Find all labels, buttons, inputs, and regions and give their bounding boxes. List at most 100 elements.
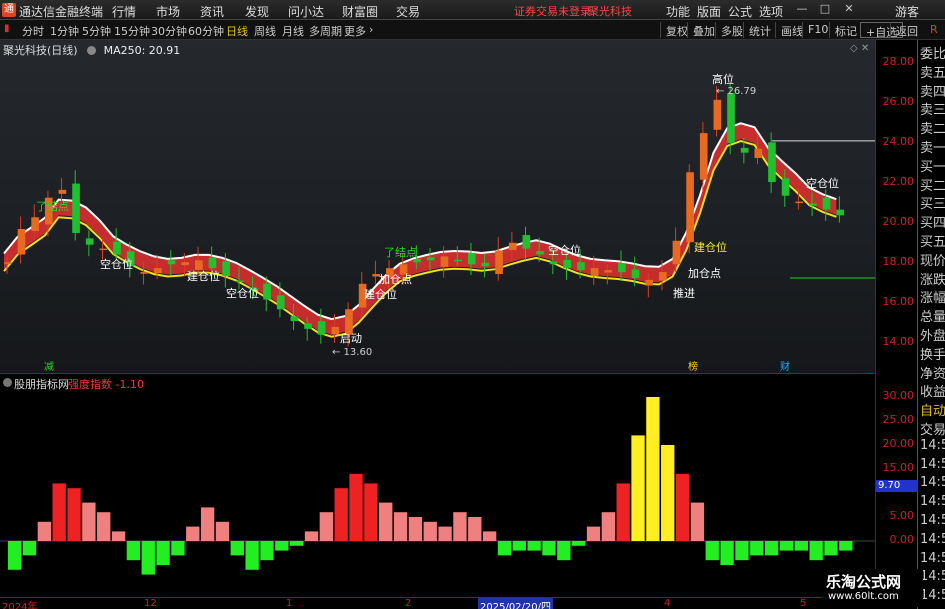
guest-label[interactable]: 游客 <box>895 3 919 20</box>
period-weekly[interactable]: 周线 <box>254 23 276 39</box>
candle-body <box>181 262 190 266</box>
panel-controls[interactable]: ◇ ✕ <box>850 43 869 54</box>
menu-zixun[interactable]: 资讯 <box>200 3 224 20</box>
indicator-panel[interactable] <box>0 390 875 597</box>
period-5min[interactable]: 5分钟 <box>82 23 111 39</box>
indicator-bar <box>720 541 734 565</box>
trend-ribbon <box>4 123 837 335</box>
indicator-bar <box>839 541 853 551</box>
candlestick-chart[interactable]: 了结点空仓位建仓位空仓位启动加仓点建仓位了结点 空仓位 建仓位加仓点推进空仓位高位←… <box>0 40 875 373</box>
candle-body <box>17 229 26 255</box>
menu-xuanxiang[interactable]: 选项 <box>759 3 783 20</box>
indicator-bar <box>661 445 675 541</box>
signal-annotation: 了结点 <box>36 200 69 213</box>
candle-body <box>809 203 817 206</box>
period-multi[interactable]: 多周期 <box>309 23 342 39</box>
back-button[interactable]: 返回 <box>890 22 923 38</box>
candle-body <box>85 238 94 245</box>
indicator-bar <box>705 541 719 561</box>
indicator-settings-icon[interactable] <box>3 378 12 387</box>
quote-label: 卖一 <box>920 141 945 156</box>
side-toggle-icon[interactable]: ▮ <box>4 23 14 36</box>
indicator-bar <box>542 541 556 556</box>
quote-label: 14:5 <box>920 588 945 604</box>
ind-tick: 30.00 <box>882 389 915 402</box>
ribbon-top-line <box>3 122 837 321</box>
menu-gongshi[interactable]: 公式 <box>728 3 752 20</box>
indicator-bar <box>646 397 660 541</box>
candle-body <box>563 259 572 269</box>
ind-tick: 20.00 <box>882 437 915 450</box>
tool-biaoji[interactable]: 标记 <box>829 22 862 38</box>
signal-annotation: 空仓位 <box>100 257 133 271</box>
candle-body <box>590 268 599 276</box>
indicator-bar <box>364 483 378 541</box>
close-icon[interactable]: ✕ <box>842 2 856 16</box>
date-label: 12 <box>144 598 157 609</box>
indicator-bar <box>764 541 779 556</box>
signal-annotation: 加仓点 <box>688 266 721 280</box>
menu-jiaoyi[interactable]: 交易 <box>396 3 420 20</box>
signal-annotation: 了结点 <box>384 246 417 259</box>
quote-label: 卖三 <box>920 103 945 119</box>
ind-tick: 25.00 <box>882 413 915 426</box>
side-tab-r[interactable]: R <box>930 23 938 36</box>
candle-body <box>235 280 244 283</box>
main-chart-panel[interactable]: 了结点 空仓位 建仓位 空仓位 启动 加仓点 建仓位 了结点 空仓位 建仓位 加仓点 推进 空仓位 高位 ←… <box>0 40 875 373</box>
price-tick: 14.00 <box>882 335 915 348</box>
indicator-bar <box>230 541 244 556</box>
candle-body <box>822 197 831 210</box>
chevron-right-icon[interactable]: › <box>369 23 373 36</box>
indicator-bar <box>245 541 259 570</box>
menu-caifuquan[interactable]: 财富圈 <box>342 3 378 20</box>
tool-tongji[interactable]: 统计 <box>743 22 776 38</box>
login-status[interactable]: 证券交易未登录 <box>514 3 591 19</box>
price-tick: 16.00 <box>882 295 915 308</box>
indicator-bar <box>675 473 690 541</box>
indicator-bar <box>824 541 838 556</box>
menu-wenxiaoda[interactable]: 问小达 <box>288 3 324 20</box>
candle-body <box>317 321 326 335</box>
menu-shichang[interactable]: 市场 <box>156 3 180 20</box>
indicator-bar <box>512 541 526 551</box>
indicator-bar <box>408 517 423 541</box>
stock-title: 聚光科技(日线) <box>3 44 78 57</box>
period-fenshi[interactable]: 分时 <box>22 23 44 39</box>
menu-hangqing[interactable]: 行情 <box>112 3 136 20</box>
indicator-bar <box>779 541 794 551</box>
indicator-bar <box>260 541 274 561</box>
candle-body <box>263 283 271 300</box>
menu-faxian[interactable]: 发现 <box>245 3 269 20</box>
candle-body <box>481 262 490 267</box>
settings-dot-icon[interactable] <box>87 46 97 55</box>
indicator-bar <box>82 502 96 541</box>
indicator-bar <box>141 541 155 575</box>
minimize-icon[interactable]: — <box>795 2 809 16</box>
candle-body <box>99 248 108 251</box>
quote-label: 收益 <box>920 385 945 401</box>
indicator-bar <box>750 541 764 556</box>
period-30min[interactable]: 30分钟 <box>151 23 187 39</box>
indicator-bar <box>690 502 705 541</box>
indicator-bar <box>497 541 512 556</box>
period-monthly[interactable]: 月线 <box>282 23 304 39</box>
indicator-bar <box>334 488 348 541</box>
candle-body <box>618 263 626 273</box>
menu-gongneng[interactable]: 功能 <box>666 3 690 20</box>
candle-body <box>631 269 640 278</box>
menu-banmian[interactable]: 版面 <box>697 3 721 20</box>
quote-label: 买三 <box>920 197 945 213</box>
period-daily[interactable]: 日线 <box>226 23 248 39</box>
period-more[interactable]: 更多 <box>344 23 366 39</box>
maximize-icon[interactable]: □ <box>818 2 832 16</box>
period-60min[interactable]: 60分钟 <box>188 23 224 39</box>
quote-label: 自动 <box>920 404 945 420</box>
indicator-chart[interactable] <box>0 390 875 597</box>
quote-label: 外盘 <box>920 329 945 344</box>
candle-body <box>508 242 517 251</box>
period-15min[interactable]: 15分钟 <box>114 23 150 39</box>
indicator-header: 股朋指标网 强度指数 -1.10 <box>0 373 875 391</box>
indicator-bar <box>290 541 304 546</box>
period-1min[interactable]: 1分钟 <box>50 23 79 39</box>
indicator-bar <box>423 521 437 541</box>
